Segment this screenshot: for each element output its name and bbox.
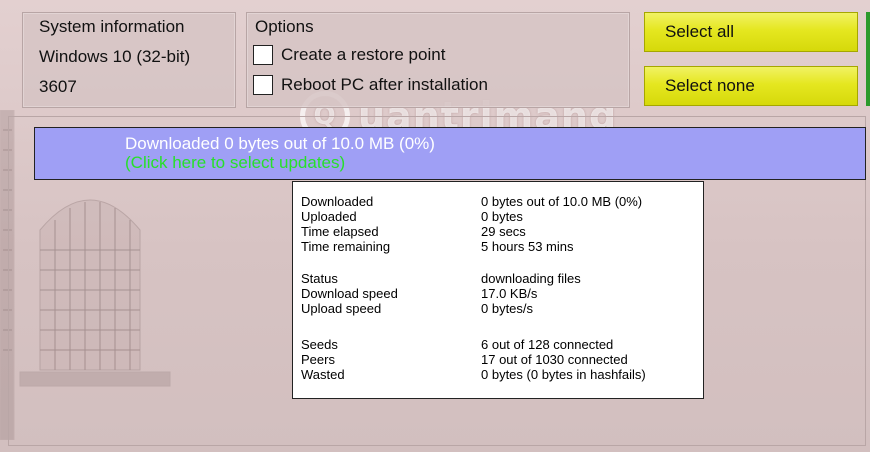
option-reboot[interactable]: Reboot PC after installation xyxy=(253,75,488,95)
download-status-text: Downloaded 0 bytes out of 10.0 MB (0%) xyxy=(125,134,435,153)
detail-key: Time elapsed xyxy=(301,224,379,239)
detail-row: Status downloading files xyxy=(301,271,701,286)
detail-value: downloading files xyxy=(481,271,581,286)
detail-row: Peers 17 out of 1030 connected xyxy=(301,352,701,367)
status-bar[interactable]: Downloaded 0 bytes out of 10.0 MB (0%) (… xyxy=(34,127,866,180)
system-info-panel: System information Windows 10 (32-bit) 3… xyxy=(22,12,236,108)
detail-key: Upload speed xyxy=(301,301,382,316)
detail-value: 5 hours 53 mins xyxy=(481,239,574,254)
detail-key: Downloaded xyxy=(301,194,374,209)
detail-key: Seeds xyxy=(301,337,338,352)
detail-row: Downloaded 0 bytes out of 10.0 MB (0%) xyxy=(301,194,701,209)
select-updates-link[interactable]: (Click here to select updates) xyxy=(125,153,345,173)
reboot-checkbox[interactable] xyxy=(253,75,273,95)
system-info-value: 3607 xyxy=(39,77,77,96)
restore-point-checkbox[interactable] xyxy=(253,45,273,65)
reboot-label[interactable]: Reboot PC after installation xyxy=(281,75,488,95)
detail-row: Wasted 0 bytes (0 bytes in hashfails) xyxy=(301,367,701,382)
detail-row: Time elapsed 29 secs xyxy=(301,224,701,239)
select-all-button[interactable]: Select all xyxy=(644,12,858,52)
detail-key: Time remaining xyxy=(301,239,391,254)
detail-value: 17 out of 1030 connected xyxy=(481,352,628,367)
detail-row: Seeds 6 out of 128 connected xyxy=(301,337,701,352)
restore-point-label[interactable]: Create a restore point xyxy=(281,45,445,65)
option-restore-point[interactable]: Create a restore point xyxy=(253,45,445,65)
detail-row: Time remaining 5 hours 53 mins xyxy=(301,239,701,254)
detail-value: 0 bytes xyxy=(481,209,523,224)
options-title: Options xyxy=(255,17,314,36)
detail-key: Status xyxy=(301,271,338,286)
detail-row: Uploaded 0 bytes xyxy=(301,209,701,224)
detail-key: Uploaded xyxy=(301,209,357,224)
detail-value: 0 bytes/s xyxy=(481,301,534,316)
select-none-button[interactable]: Select none xyxy=(644,66,858,106)
detail-row: Upload speed 0 bytes/s xyxy=(301,301,701,316)
detail-value: 29 secs xyxy=(481,224,526,239)
system-info-os: Windows 10 (32-bit) xyxy=(39,47,191,66)
detail-key: Download speed xyxy=(301,286,398,301)
options-panel: Options Create a restore point Reboot PC… xyxy=(246,12,630,108)
system-info-title: System information xyxy=(39,17,185,36)
detail-row: Download speed 17.0 KB/s xyxy=(301,286,701,301)
detail-value: 6 out of 128 connected xyxy=(481,337,614,352)
detail-value: 17.0 KB/s xyxy=(481,286,538,301)
detail-value: 0 bytes (0 bytes in hashfails) xyxy=(481,367,646,382)
detail-key: Wasted xyxy=(301,367,345,382)
download-details-tooltip: Downloaded 0 bytes out of 10.0 MB (0%) U… xyxy=(292,181,704,399)
detail-key: Peers xyxy=(301,352,335,367)
green-edge-panel xyxy=(866,12,870,106)
detail-value: 0 bytes out of 10.0 MB (0%) xyxy=(481,194,643,209)
